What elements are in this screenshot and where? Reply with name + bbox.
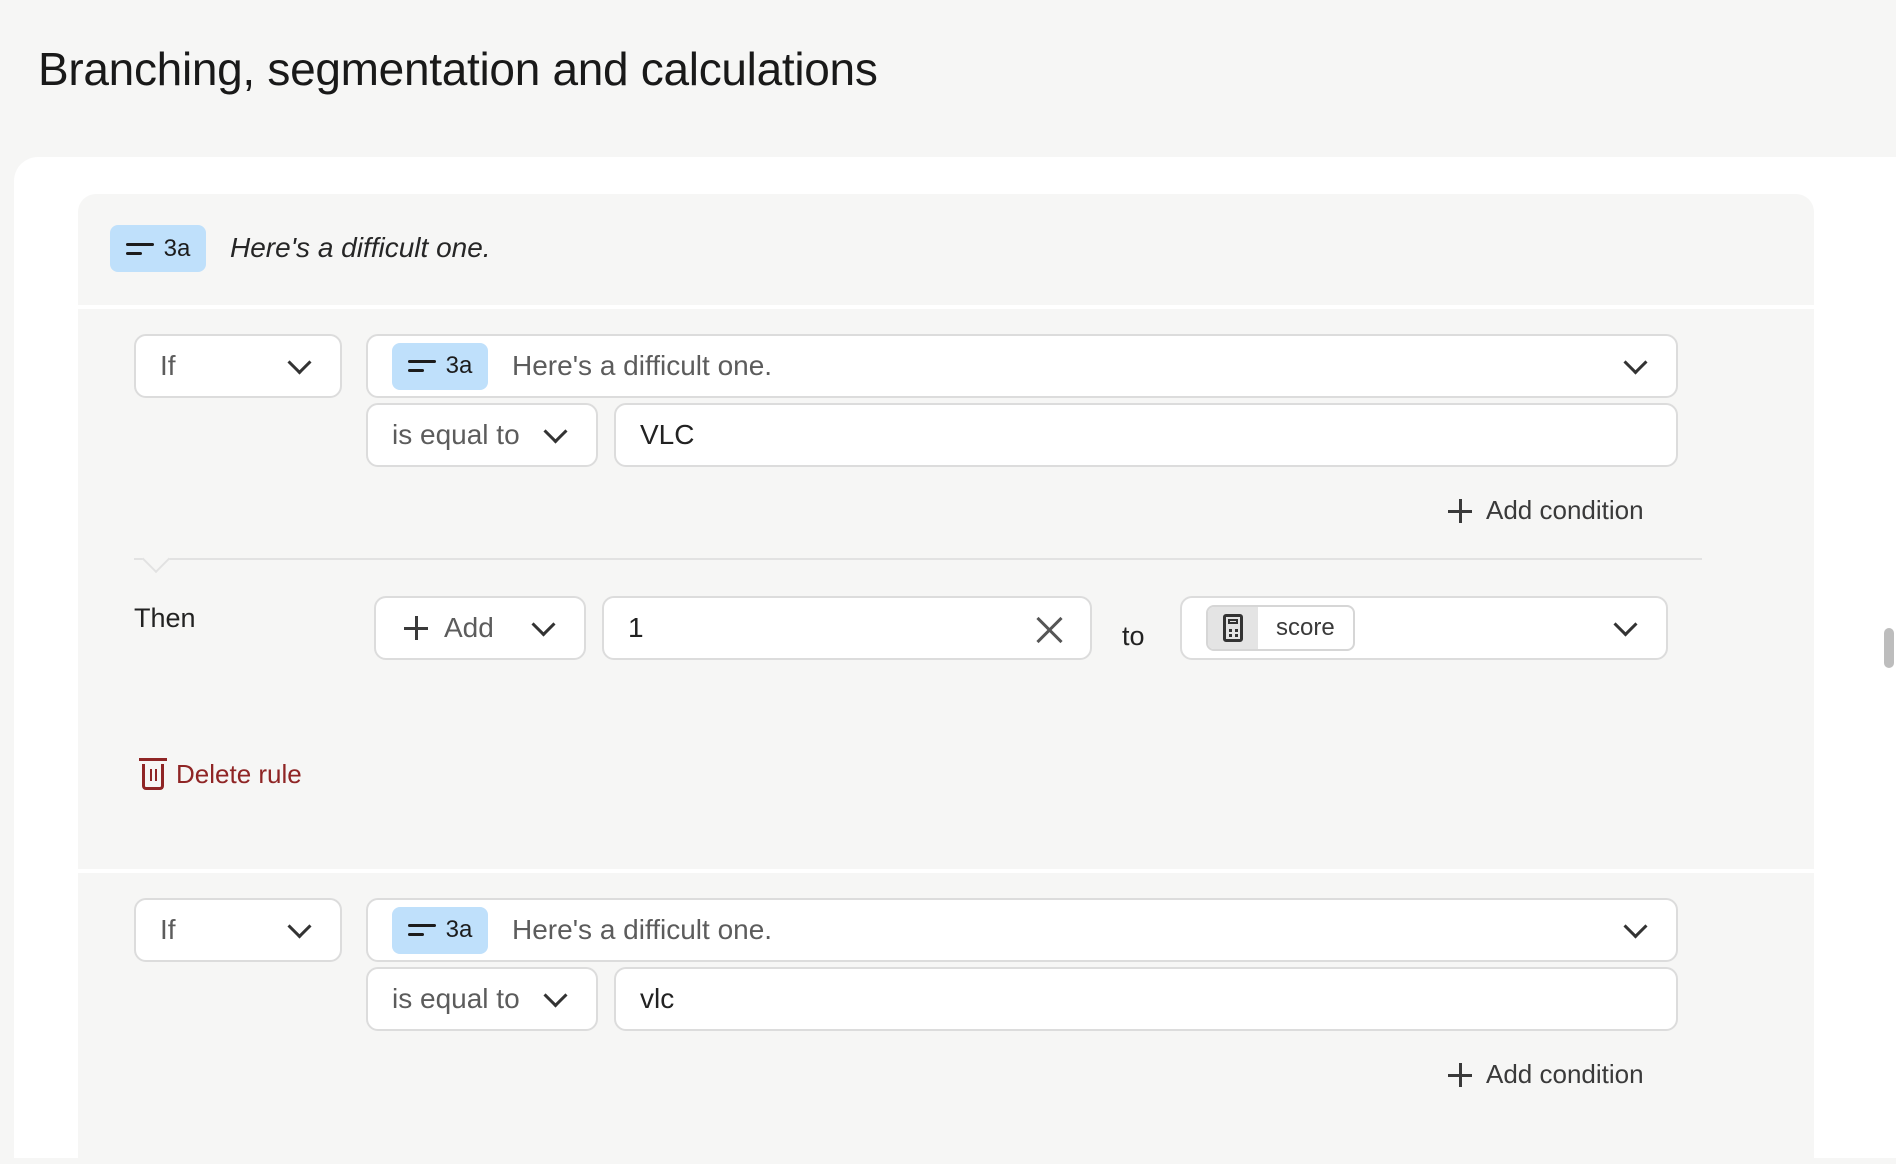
plus-icon <box>1448 498 1472 523</box>
question-number: 3a <box>445 352 473 379</box>
question-select[interactable]: 3a Here's a difficult one. <box>366 334 1678 398</box>
question-number: 3a <box>163 234 191 262</box>
divider <box>134 558 1702 560</box>
condition-value-input[interactable]: VLC <box>614 403 1678 467</box>
scrollbar[interactable] <box>1884 628 1894 668</box>
calculator-icon <box>1208 607 1258 649</box>
question-header: 3a Here's a difficult one. <box>78 194 1814 309</box>
short-text-icon <box>407 360 436 372</box>
condition-keyword-select[interactable]: If <box>134 898 342 962</box>
question-select-label: Here's a difficult one. <box>512 914 773 945</box>
delete-rule-button[interactable]: Delete rule <box>139 758 302 790</box>
variable-select[interactable]: score <box>1180 596 1668 660</box>
question-badge: 3a <box>392 342 488 390</box>
logic-rule: If 3a Here's a difficult one. is equal t… <box>78 309 1814 873</box>
question-select[interactable]: 3a Here's a difficult one. <box>366 898 1678 962</box>
condition-value: vlc <box>640 983 675 1014</box>
action-label: Add <box>444 612 494 643</box>
add-condition-label: Add condition <box>1486 495 1644 525</box>
logic-card: 3a Here's a difficult one. If 3a Here's … <box>14 157 1896 1164</box>
action-select[interactable]: Add <box>374 596 586 660</box>
add-condition-label: Add condition <box>1486 1059 1644 1089</box>
question-select-label: Here's a difficult one. <box>512 350 773 381</box>
condition-value: VLC <box>640 419 695 450</box>
question-title: Here's a difficult one. <box>230 232 491 263</box>
question-badge: 3a <box>392 906 488 954</box>
plus-icon <box>1448 1062 1472 1087</box>
to-label: to <box>1122 621 1145 651</box>
operator-label: is equal to <box>392 983 520 1014</box>
chevron-down-icon <box>1613 612 1638 637</box>
logic-rule: If 3a Here's a difficult one. is equal t… <box>78 873 1814 1164</box>
question-number: 3a <box>445 916 473 943</box>
operator-label: is equal to <box>392 419 520 450</box>
condition-keyword-select[interactable]: If <box>134 334 342 398</box>
chevron-down-icon <box>543 983 568 1008</box>
delete-rule-label: Delete rule <box>176 758 302 789</box>
question-logic-panel: 3a Here's a difficult one. If 3a Here's … <box>78 194 1814 1164</box>
then-label: Then <box>134 603 196 633</box>
plus-icon <box>404 616 428 640</box>
trash-icon <box>139 758 167 790</box>
operator-select[interactable]: is equal to <box>366 403 598 467</box>
condition-keyword: If <box>160 350 176 381</box>
amount-input[interactable]: 1 <box>602 596 1092 660</box>
amount-value: 1 <box>628 612 644 643</box>
condition-value-input[interactable]: vlc <box>614 967 1678 1031</box>
page-title: Branching, segmentation and calculations <box>38 43 878 95</box>
chevron-down-icon <box>287 914 312 939</box>
variable-chip: score <box>1206 605 1355 651</box>
short-text-icon <box>407 924 436 936</box>
chevron-down-icon <box>543 419 568 444</box>
operator-select[interactable]: is equal to <box>366 967 598 1031</box>
chevron-down-icon <box>287 350 312 375</box>
chevron-down-icon <box>531 612 556 637</box>
chevron-down-icon <box>1623 914 1648 939</box>
condition-keyword: If <box>160 914 176 945</box>
divider-notch <box>141 544 171 574</box>
close-icon[interactable] <box>1036 616 1064 644</box>
add-condition-button[interactable]: Add condition <box>1448 1059 1644 1090</box>
variable-name: score <box>1276 614 1335 641</box>
question-badge: 3a <box>110 225 206 272</box>
chevron-down-icon <box>1623 350 1648 375</box>
short-text-icon <box>125 242 154 255</box>
add-condition-button[interactable]: Add condition <box>1448 495 1644 526</box>
